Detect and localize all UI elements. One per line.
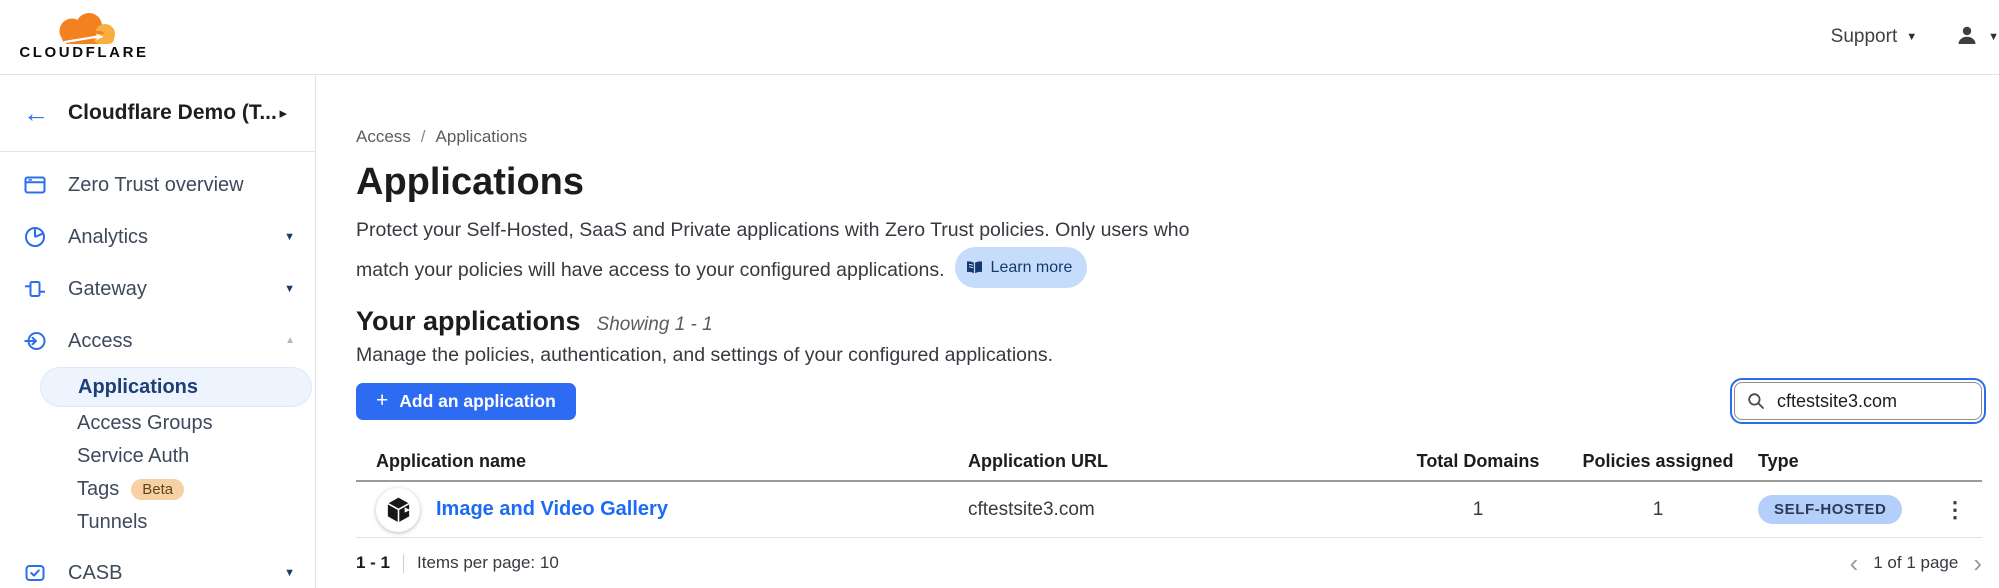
column-header-total-domains: Total Domains: [1398, 451, 1558, 472]
user-menu[interactable]: ▼: [1955, 23, 1995, 52]
beta-badge: Beta: [131, 479, 184, 500]
window-icon: [23, 173, 47, 197]
cloudflare-wordmark: CLOUDFLARE: [19, 44, 148, 61]
sidebar-item-zero-trust-overview[interactable]: Zero Trust overview: [0, 159, 315, 211]
sidebar-item-label: Analytics: [68, 226, 148, 249]
breadcrumb-applications[interactable]: Applications: [436, 127, 528, 147]
add-application-label: Add an application: [399, 391, 556, 412]
caret-down-icon: ▼: [284, 568, 295, 579]
application-name-link[interactable]: Image and Video Gallery: [436, 498, 668, 521]
caret-down-icon: ▼: [284, 232, 295, 243]
next-page-chevron-icon[interactable]: ›: [1973, 550, 1982, 576]
back-arrow-icon[interactable]: ←: [23, 100, 53, 126]
sidebar-item-access-groups[interactable]: Access Groups: [0, 407, 315, 440]
book-icon: [966, 260, 983, 275]
sidebar-item-label: Tags: [77, 478, 119, 501]
sidebar-item-access[interactable]: Access ▲: [0, 315, 315, 367]
sidebar-item-service-auth[interactable]: Service Auth: [0, 440, 315, 473]
sidebar-item-analytics[interactable]: Analytics ▼: [0, 211, 315, 263]
sidebar: ← Cloudflare Demo (T... ▸ Zero Trust ove…: [0, 75, 316, 588]
page-description: Protect your Self-Hosted, SaaS and Priva…: [356, 214, 1982, 288]
breadcrumb: Access / Applications: [356, 127, 1982, 147]
global-header: CLOUDFLARE Support ▼ ▼: [0, 0, 1999, 75]
showing-count: Showing 1 - 1: [597, 314, 713, 336]
breadcrumb-access[interactable]: Access: [356, 127, 411, 147]
previous-page-chevron-icon[interactable]: ‹: [1850, 550, 1859, 576]
sidebar-item-label: Tunnels: [77, 511, 147, 534]
table-row: Image and Video Gallery cftestsite3.com …: [356, 482, 1982, 538]
sidebar-item-label: Access: [68, 330, 132, 353]
column-header-application-name: Application name: [356, 451, 968, 472]
section-description: Manage the policies, authentication, and…: [356, 344, 1982, 367]
applications-table: Application name Application URL Total D…: [356, 442, 1982, 538]
pagination-range: 1 - 1: [356, 553, 390, 573]
sidebar-item-label: CASB: [68, 562, 122, 585]
main-content: Access / Applications Applications Prote…: [316, 75, 1999, 588]
sidebar-item-tags[interactable]: Tags Beta: [0, 473, 315, 506]
column-header-type: Type: [1758, 451, 1938, 472]
policies-assigned-cell: 1: [1558, 499, 1758, 521]
cloudflare-logo[interactable]: CLOUDFLARE: [18, 13, 150, 61]
application-cube-icon: [376, 488, 420, 532]
account-name: Cloudflare Demo (T...: [68, 101, 279, 125]
page-description-line1: Protect your Self-Hosted, SaaS and Priva…: [356, 219, 1189, 241]
caret-down-icon: ▼: [1906, 32, 1917, 43]
sidebar-item-casb[interactable]: CASB ▼: [0, 547, 315, 588]
learn-more-label: Learn more: [991, 251, 1073, 284]
search-input[interactable]: [1734, 382, 1982, 420]
page-title: Applications: [356, 162, 1982, 202]
column-header-policies-assigned: Policies assigned: [1558, 451, 1758, 472]
plus-icon: +: [376, 390, 388, 411]
page-status: 1 of 1 page: [1873, 553, 1958, 573]
pie-chart-icon: [23, 225, 47, 249]
section-title: Your applications: [356, 306, 581, 337]
casb-check-icon: [23, 561, 47, 585]
table-header-row: Application name Application URL Total D…: [356, 442, 1982, 482]
caret-down-icon: ▼: [284, 284, 295, 295]
learn-more-badge[interactable]: Learn more: [955, 247, 1088, 288]
page-description-line2: match your policies will have access to …: [356, 259, 945, 281]
sidebar-item-label: Access Groups: [77, 412, 213, 435]
pagination-bar: 1 - 1 Items per page: 10 ‹ 1 of 1 page ›: [356, 550, 1982, 576]
access-login-icon: [23, 329, 47, 353]
sidebar-nav: Zero Trust overview Analytics ▼: [0, 152, 315, 588]
user-icon: [1955, 23, 1979, 52]
type-badge-self-hosted: SELF-HOSTED: [1758, 495, 1902, 524]
sidebar-item-label: Applications: [78, 376, 198, 399]
sidebar-item-label: Zero Trust overview: [68, 174, 244, 197]
caret-down-icon: ▼: [1988, 32, 1999, 43]
add-application-button[interactable]: + Add an application: [356, 383, 576, 420]
expand-triangle-icon[interactable]: ▸: [279, 106, 295, 121]
application-url-cell: cftestsite3.com: [968, 499, 1398, 521]
sidebar-item-applications[interactable]: Applications: [40, 367, 312, 407]
breadcrumb-separator: /: [421, 127, 426, 147]
total-domains-cell: 1: [1398, 499, 1558, 521]
support-menu[interactable]: Support ▼: [1831, 26, 1917, 48]
gateway-icon: [23, 277, 47, 301]
row-kebab-menu-icon[interactable]: ⋮: [1938, 495, 1972, 525]
sidebar-item-gateway[interactable]: Gateway ▼: [0, 263, 315, 315]
caret-up-icon: ▲: [285, 336, 295, 346]
items-per-page[interactable]: Items per page: 10: [417, 553, 559, 573]
sidebar-item-tunnels[interactable]: Tunnels: [0, 506, 315, 539]
pagination-divider: [403, 554, 404, 573]
sidebar-item-label: Gateway: [68, 278, 147, 301]
support-label: Support: [1831, 26, 1898, 48]
column-header-application-url: Application URL: [968, 451, 1398, 472]
sidebar-item-label: Service Auth: [77, 445, 189, 468]
account-switcher[interactable]: ← Cloudflare Demo (T... ▸: [0, 75, 315, 152]
cloudflare-cloud-icon: [32, 13, 136, 47]
